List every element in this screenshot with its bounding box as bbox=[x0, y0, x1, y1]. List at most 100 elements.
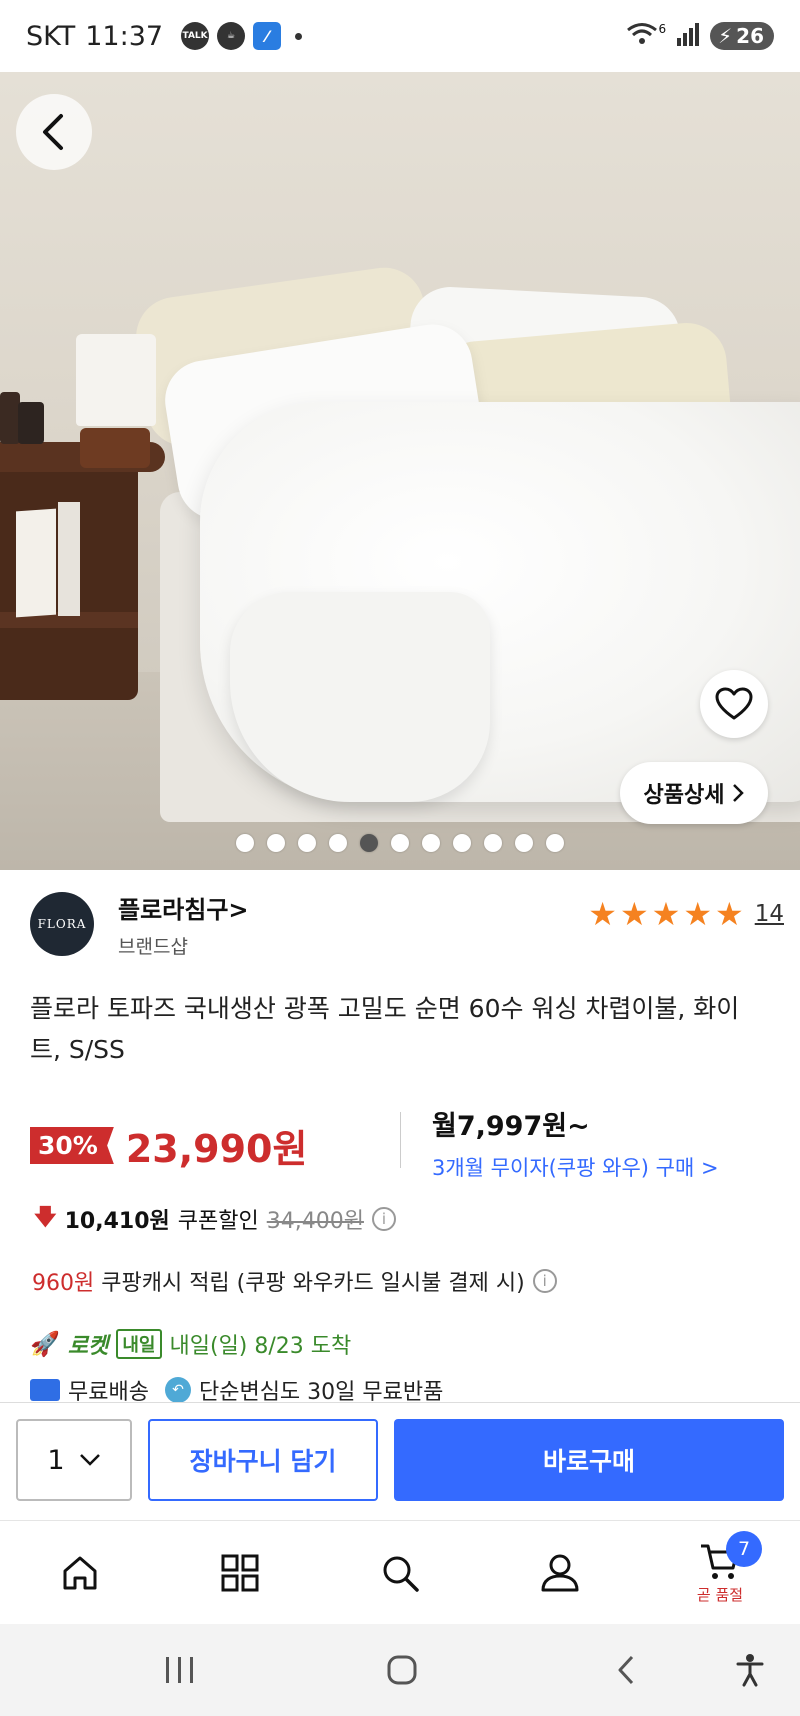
cash-label: 쿠팡캐시 적립 (쿠팡 와우카드 일시불 결제 시) bbox=[101, 1271, 525, 1296]
perfume-bottle bbox=[18, 402, 44, 444]
brand-logo[interactable]: FLORA bbox=[30, 892, 94, 956]
chevron-right-icon bbox=[733, 784, 745, 802]
book bbox=[58, 502, 80, 616]
shipping-row: 무료배송 ↶ 단순변심도 30일 무료반품 bbox=[30, 1376, 443, 1404]
nav-search[interactable] bbox=[320, 1521, 480, 1625]
arrival-date: 내일(일) 8/23 도착 bbox=[169, 1334, 352, 1359]
app-notification-icon: ⁄ bbox=[253, 22, 282, 50]
discount-badge: 30% bbox=[30, 1127, 114, 1164]
perfume-bottle bbox=[0, 392, 20, 444]
recent-apps-icon bbox=[166, 1657, 193, 1683]
nav-home[interactable] bbox=[0, 1521, 160, 1625]
accessibility-icon bbox=[736, 1654, 764, 1687]
original-price: 34,400원 bbox=[266, 1209, 364, 1234]
quantity-value: 1 bbox=[47, 1444, 65, 1476]
carousel-dot[interactable] bbox=[422, 834, 440, 852]
info-icon[interactable]: i bbox=[532, 1269, 557, 1293]
system-navigation-bar bbox=[0, 1624, 800, 1716]
star-icon: ★ bbox=[715, 895, 744, 933]
installment-link[interactable]: 3개월 무이자(쿠팡 와우) 구매 > bbox=[432, 1152, 719, 1182]
battery-indicator: ⚡ 26 bbox=[710, 22, 774, 50]
return-icon: ↶ bbox=[164, 1377, 191, 1403]
brand-name-link[interactable]: 플로라침구> bbox=[118, 890, 249, 925]
cart-status-label: 곧 품절 bbox=[696, 1585, 744, 1604]
cup-notification-icon: ☕ bbox=[217, 22, 246, 50]
seller-section: FLORA 플로라침구> 브랜드샵 ★ ★ ★ ★ ★ 14 bbox=[0, 870, 800, 980]
quantity-select[interactable]: 1 bbox=[16, 1419, 132, 1501]
battery-level: 26 bbox=[736, 24, 764, 48]
star-icon: ★ bbox=[588, 895, 617, 933]
carousel-dot[interactable] bbox=[484, 834, 502, 852]
cash-reward-row: 960원 쿠팡캐시 적립 (쿠팡 와우카드 일시불 결제 시) i bbox=[32, 1265, 557, 1297]
duvet-fold bbox=[230, 592, 490, 802]
heart-icon bbox=[715, 687, 753, 720]
wifi-badge: 6 bbox=[658, 22, 667, 36]
bolt-icon: ⚡ bbox=[718, 24, 733, 48]
rocket-icon: 🚀 bbox=[30, 1330, 60, 1358]
sale-price: 23,990원 bbox=[125, 1127, 308, 1171]
signal-icon bbox=[676, 22, 700, 50]
carousel-dot[interactable] bbox=[360, 834, 378, 852]
carousel-indicator bbox=[0, 834, 800, 852]
wifi-icon bbox=[626, 21, 658, 51]
coupon-label: 쿠폰할인 bbox=[177, 1209, 259, 1234]
lamp-base bbox=[80, 428, 150, 468]
back-button[interactable] bbox=[16, 94, 92, 170]
home-square-icon bbox=[387, 1655, 417, 1685]
book bbox=[16, 508, 56, 618]
rating[interactable]: ★ ★ ★ ★ ★ 14 bbox=[588, 898, 784, 930]
purchase-bar: 1 장바구니 담기 바로구매 bbox=[0, 1402, 800, 1520]
review-count-link[interactable]: 14 bbox=[755, 901, 784, 927]
cart-count-badge: 7 bbox=[726, 1531, 762, 1567]
buy-now-button[interactable]: 바로구매 bbox=[394, 1419, 784, 1501]
cash-amount: 960원 bbox=[32, 1271, 95, 1296]
home-icon bbox=[63, 1556, 97, 1590]
arrow-down-icon: 🡇 bbox=[34, 1205, 57, 1230]
back-chevron-icon bbox=[618, 1655, 634, 1685]
carousel-dot[interactable] bbox=[329, 834, 347, 852]
monthly-price: 월7,997원~ bbox=[432, 1111, 590, 1142]
accessibility-button[interactable] bbox=[730, 1648, 770, 1692]
free-return-label: 단순변심도 30일 무료반품 bbox=[198, 1380, 444, 1404]
product-image-carousel[interactable] bbox=[0, 72, 800, 870]
carrier-label: SKT bbox=[26, 20, 76, 52]
rocket-tag: 내일 bbox=[116, 1329, 162, 1359]
carousel-dot[interactable] bbox=[236, 834, 254, 852]
carousel-dot[interactable] bbox=[298, 834, 316, 852]
kakaotalk-notification-icon: TALK bbox=[181, 22, 210, 50]
system-back-button[interactable] bbox=[606, 1648, 646, 1692]
nav-my-coupang[interactable] bbox=[480, 1521, 640, 1625]
coupon-amount: 10,410원 bbox=[64, 1209, 170, 1234]
carousel-dot[interactable] bbox=[267, 834, 285, 852]
carousel-dot[interactable] bbox=[515, 834, 533, 852]
more-notifications-icon bbox=[295, 32, 303, 40]
home-button[interactable] bbox=[382, 1648, 422, 1692]
wishlist-button[interactable] bbox=[700, 670, 768, 738]
recent-apps-button[interactable] bbox=[160, 1648, 200, 1692]
carousel-dot[interactable] bbox=[546, 834, 564, 852]
coupon-row: 🡇 10,410원 쿠폰할인 34,400원 i bbox=[34, 1200, 396, 1238]
rocket-delivery-row: 🚀 로켓 내일 내일(일) 8/23 도착 bbox=[30, 1328, 351, 1360]
truck-icon bbox=[30, 1379, 60, 1401]
rocket-label: 로켓 bbox=[67, 1334, 109, 1359]
product-detail-button[interactable]: 상품상세 bbox=[620, 762, 768, 824]
free-shipping-label: 무료배송 bbox=[68, 1380, 149, 1404]
info-icon[interactable]: i bbox=[371, 1207, 396, 1231]
carousel-dot[interactable] bbox=[453, 834, 471, 852]
clock: 11:37 bbox=[85, 20, 164, 52]
product-detail-label: 상품상세 bbox=[643, 783, 725, 808]
star-icon: ★ bbox=[683, 895, 713, 933]
carousel-dot[interactable] bbox=[391, 834, 409, 852]
price-block: 30% 23,990원 bbox=[30, 1118, 307, 1173]
lamp-shade bbox=[76, 334, 156, 426]
nav-cart[interactable]: 7 곧 품절 bbox=[640, 1521, 800, 1625]
nav-categories[interactable] bbox=[160, 1521, 320, 1625]
divider bbox=[400, 1112, 401, 1168]
grid-icon bbox=[221, 1554, 259, 1592]
star-icon: ★ bbox=[651, 895, 681, 933]
bottom-navigation: 7 곧 품절 bbox=[0, 1520, 800, 1624]
product-title: 플로라 토파즈 국내생산 광폭 고밀도 순면 60수 워싱 차렵이불, 화이트,… bbox=[30, 994, 740, 1064]
add-to-cart-button[interactable]: 장바구니 담기 bbox=[148, 1419, 378, 1501]
brand-subtitle: 브랜드샵 bbox=[118, 936, 188, 958]
star-icon: ★ bbox=[619, 895, 649, 933]
